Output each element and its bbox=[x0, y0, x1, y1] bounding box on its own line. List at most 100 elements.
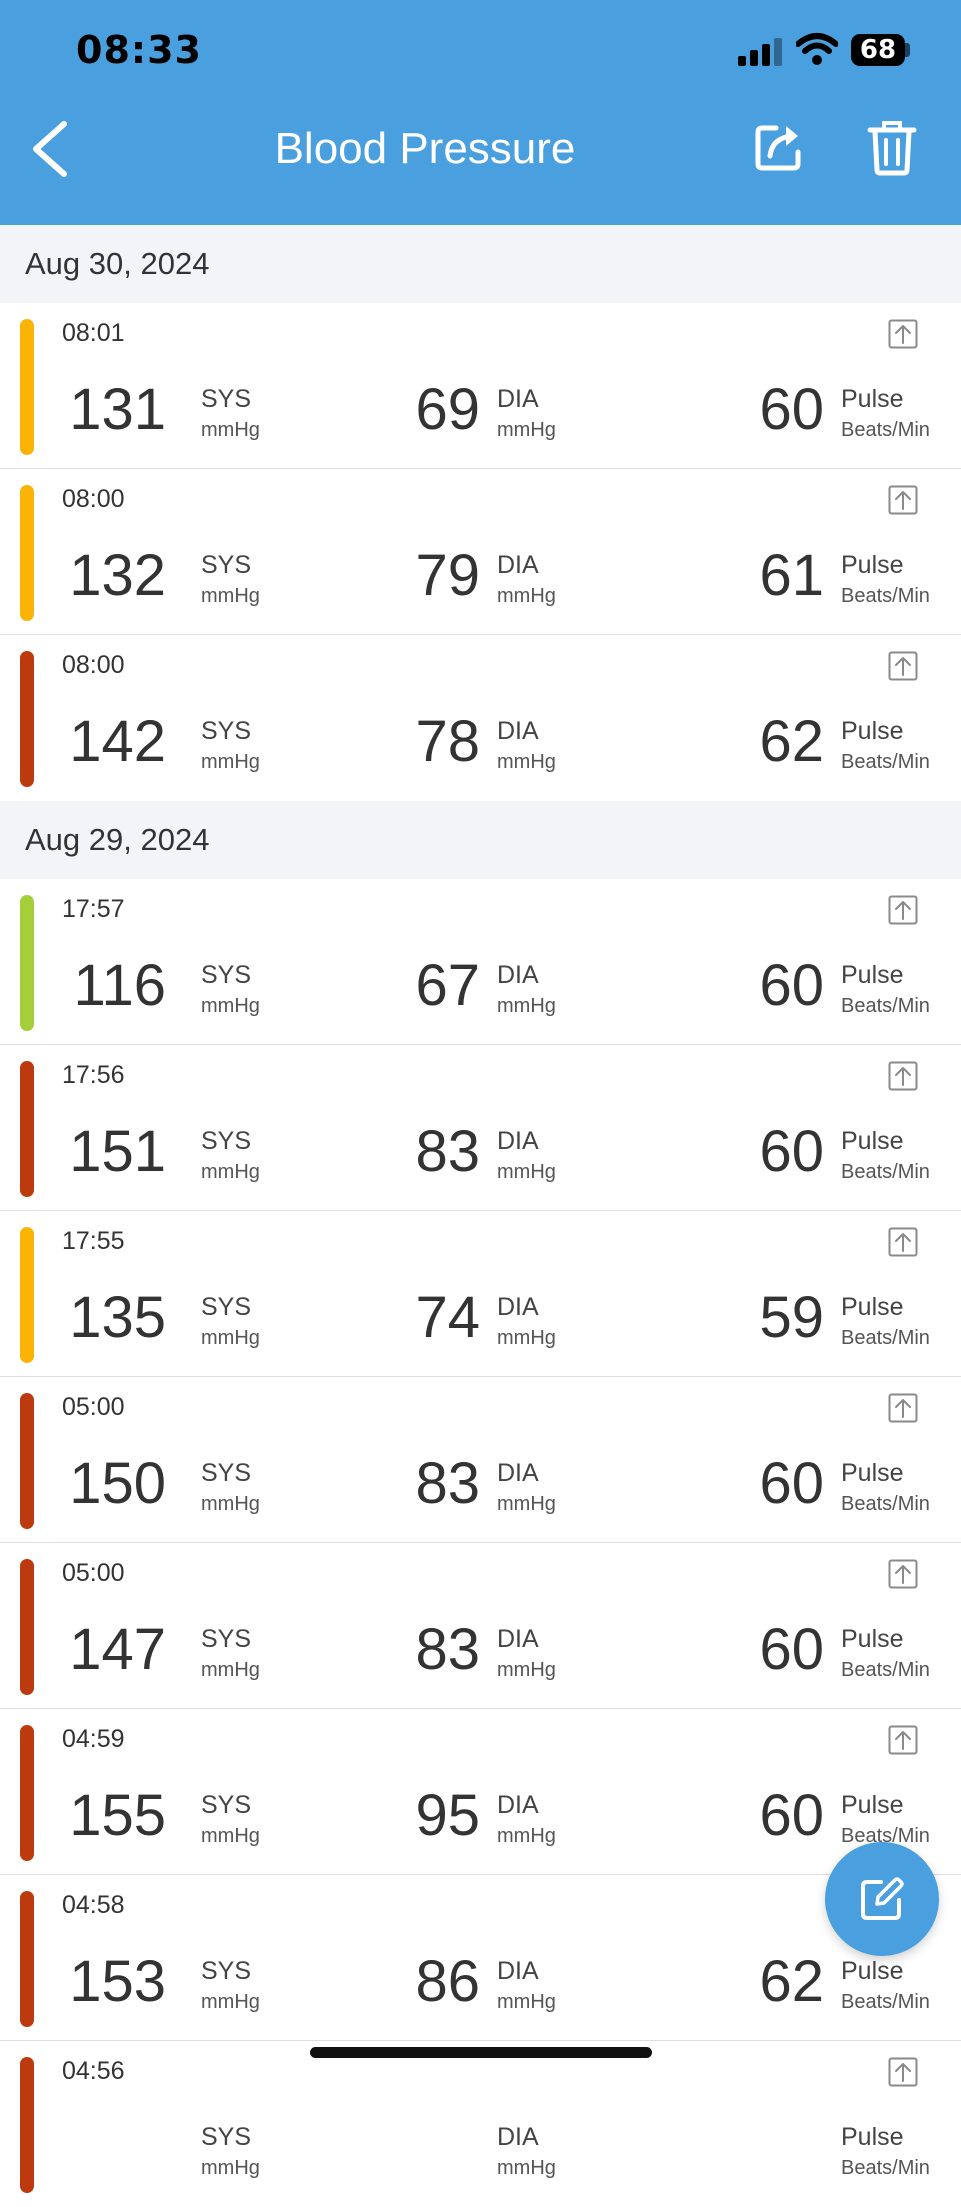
pulse-value: 60 bbox=[759, 1783, 824, 1848]
reading-row[interactable]: 04:56 SYS mmHg DIA mmHg Pulse Beats/Min bbox=[0, 2041, 961, 2207]
dia-value: 79 bbox=[415, 543, 480, 608]
sys-value: 131 bbox=[69, 377, 166, 442]
pulse-value: 60 bbox=[759, 1451, 824, 1516]
edit-icon bbox=[861, 1877, 904, 1920]
sys-label: SYS bbox=[201, 1127, 252, 1155]
sys-unit: mmHg bbox=[201, 1825, 260, 1847]
upload-icon[interactable] bbox=[888, 895, 918, 925]
dia-unit: mmHg bbox=[497, 1327, 556, 1349]
pulse-value: 60 bbox=[759, 953, 824, 1018]
date-header: Aug 29, 2024 bbox=[0, 801, 961, 879]
share-button[interactable] bbox=[752, 120, 806, 174]
reading-time: 05:00 bbox=[62, 1393, 125, 1421]
date-header: Aug 30, 2024 bbox=[0, 225, 961, 303]
reading-row[interactable]: 17:57 116 SYS mmHg 67 DIA mmHg 60 Pulse Beats/Min bbox=[0, 879, 961, 1045]
reading-row[interactable]: 04:58 153 SYS mmHg 86 DIA mmHg 62 Pulse Beats/Min bbox=[0, 1875, 961, 2041]
dia-unit: mmHg bbox=[497, 1825, 556, 1847]
dia-value: 83 bbox=[415, 1119, 480, 1184]
dia-unit: mmHg bbox=[497, 2157, 556, 2179]
dia-unit: mmHg bbox=[497, 1659, 556, 1681]
reading-row[interactable]: 08:01 131 SYS mmHg 69 DIA mmHg 60 Pulse Beats/Min bbox=[0, 303, 961, 469]
sys-unit: mmHg bbox=[201, 1161, 260, 1183]
upload-icon[interactable] bbox=[888, 319, 918, 349]
level-indicator bbox=[20, 651, 34, 787]
pulse-label: Pulse bbox=[841, 551, 904, 579]
level-indicator bbox=[20, 1393, 34, 1529]
reading-row[interactable]: 05:00 147 SYS mmHg 83 DIA mmHg 60 Pulse Beats/Min bbox=[0, 1543, 961, 1709]
home-indicator bbox=[310, 2047, 652, 2058]
sys-label: SYS bbox=[201, 1625, 252, 1653]
pulse-label: Pulse bbox=[841, 1127, 904, 1155]
level-indicator bbox=[20, 319, 34, 455]
reading-row[interactable]: 04:59 155 SYS mmHg 95 DIA mmHg 60 Pulse Beats/Min bbox=[0, 1709, 961, 1875]
dia-unit: mmHg bbox=[497, 1493, 556, 1515]
dia-value: 95 bbox=[415, 1783, 480, 1848]
reading-row[interactable]: 08:00 142 SYS mmHg 78 DIA mmHg 62 Pulse Beats/Min bbox=[0, 635, 961, 801]
sys-value: 135 bbox=[69, 1285, 166, 1350]
battery-level: 68 bbox=[851, 34, 905, 66]
upload-icon[interactable] bbox=[888, 1393, 918, 1423]
delete-button[interactable] bbox=[866, 118, 918, 176]
sys-unit: mmHg bbox=[201, 1991, 260, 2013]
reading-time: 17:55 bbox=[62, 1227, 125, 1255]
battery-tip bbox=[905, 43, 910, 57]
pulse-value: 60 bbox=[759, 377, 824, 442]
dia-label: DIA bbox=[497, 1293, 539, 1321]
sys-label: SYS bbox=[201, 717, 252, 745]
pulse-label: Pulse bbox=[841, 717, 904, 745]
upload-icon[interactable] bbox=[888, 651, 918, 681]
reading-row[interactable]: 05:00 150 SYS mmHg 83 DIA mmHg 60 Pulse Beats/Min bbox=[0, 1377, 961, 1543]
sys-label: SYS bbox=[201, 1957, 252, 1985]
reading-time: 05:00 bbox=[62, 1559, 125, 1587]
reading-row[interactable]: 17:56 151 SYS mmHg 83 DIA mmHg 60 Pulse Beats/Min bbox=[0, 1045, 961, 1211]
upload-icon[interactable] bbox=[888, 1061, 918, 1091]
sys-label: SYS bbox=[201, 961, 252, 989]
dia-label: DIA bbox=[497, 1791, 539, 1819]
pulse-value: 59 bbox=[759, 1285, 824, 1350]
dia-label: DIA bbox=[497, 717, 539, 745]
reading-time: 04:56 bbox=[62, 2057, 125, 2085]
dia-label: DIA bbox=[497, 961, 539, 989]
upload-icon[interactable] bbox=[888, 1227, 918, 1257]
pulse-unit: Beats/Min bbox=[841, 1327, 930, 1349]
sys-unit: mmHg bbox=[201, 419, 260, 441]
sys-value: 142 bbox=[69, 709, 166, 774]
sys-value: 150 bbox=[69, 1451, 166, 1516]
upload-icon[interactable] bbox=[888, 2057, 918, 2087]
pulse-value: 60 bbox=[759, 1617, 824, 1682]
dia-value: 69 bbox=[415, 377, 480, 442]
reading-time: 08:00 bbox=[62, 651, 125, 679]
pulse-label: Pulse bbox=[841, 961, 904, 989]
pulse-label: Pulse bbox=[841, 1293, 904, 1321]
sys-unit: mmHg bbox=[201, 2157, 260, 2179]
upload-icon[interactable] bbox=[888, 1725, 918, 1755]
sys-value: 147 bbox=[69, 1617, 166, 1682]
upload-icon[interactable] bbox=[888, 1559, 918, 1589]
reading-time: 08:01 bbox=[62, 319, 125, 347]
cellular-signal-icon bbox=[738, 38, 782, 66]
dia-label: DIA bbox=[497, 1127, 539, 1155]
page-title: Blood Pressure bbox=[274, 124, 576, 173]
upload-icon[interactable] bbox=[888, 485, 918, 515]
dia-unit: mmHg bbox=[497, 419, 556, 441]
reading-time: 08:00 bbox=[62, 485, 125, 513]
level-indicator bbox=[20, 1725, 34, 1861]
sys-value: 132 bbox=[69, 543, 166, 608]
readings-list[interactable]: Aug 30, 2024 08:01 131 SYS mmHg 69 DIA mmHg 60 Pu… bbox=[0, 225, 961, 2207]
level-indicator bbox=[20, 1891, 34, 2027]
sys-label: SYS bbox=[201, 1791, 252, 1819]
add-reading-button[interactable] bbox=[825, 1842, 939, 1956]
pulse-label: Pulse bbox=[841, 1791, 904, 1819]
reading-row[interactable]: 17:55 135 SYS mmHg 74 DIA mmHg 59 Pulse Beats/Min bbox=[0, 1211, 961, 1377]
sys-value: 155 bbox=[69, 1783, 166, 1848]
sys-unit: mmHg bbox=[201, 1659, 260, 1681]
pulse-value: 61 bbox=[759, 543, 824, 608]
dia-value: 78 bbox=[415, 709, 480, 774]
reading-row[interactable]: 08:00 132 SYS mmHg 79 DIA mmHg 61 Pulse Beats/Min bbox=[0, 469, 961, 635]
pulse-label: Pulse bbox=[841, 1957, 904, 1985]
sys-label: SYS bbox=[201, 551, 252, 579]
pulse-label: Pulse bbox=[841, 1459, 904, 1487]
reading-time: 04:58 bbox=[62, 1891, 125, 1919]
sys-unit: mmHg bbox=[201, 995, 260, 1017]
pulse-value: 62 bbox=[759, 709, 824, 774]
